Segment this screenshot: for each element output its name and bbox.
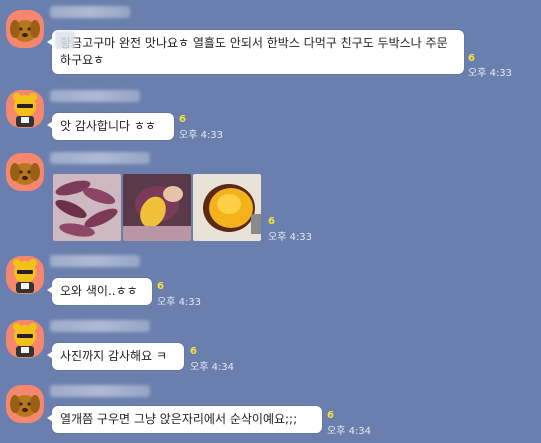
photo-gallery[interactable] (53, 174, 261, 241)
sender-name-redacted (50, 320, 150, 332)
chat-bubble[interactable]: 황금고구마 완전 맛나요ㅎ 열흘도 안되서 한박스 다먹구 친구도 두박스나 주… (47, 30, 464, 74)
timestamp: 오후 4:33 (157, 297, 202, 308)
dog-avatar[interactable] (6, 385, 44, 423)
timestamp: 오후 4:33 (179, 130, 224, 141)
message-text: 오와 색이..ㅎㅎ (60, 284, 138, 298)
unread-count: 6 (327, 410, 334, 421)
timestamp: 오후 4:33 (268, 232, 313, 243)
dog-avatar[interactable] (6, 153, 44, 191)
cut-sweet-potato-photo[interactable] (123, 174, 191, 241)
message-text: 사진까지 감사해요 ㅋ (60, 349, 167, 363)
dog-avatar[interactable] (6, 10, 44, 48)
timestamp: 오후 4:34 (190, 362, 235, 373)
unread-count: 6 (190, 346, 197, 357)
chat-bubble[interactable]: 오와 색이..ㅎㅎ (47, 278, 152, 305)
message-text: 열개쯤 구우면 그냥 앉은자리에서 순삭이예요;;; (60, 412, 298, 426)
raw-sweet-potatoes-photo[interactable] (53, 174, 121, 241)
chat-bubble[interactable]: 앗 감사합니다 ㅎㅎ (47, 113, 174, 140)
unread-count: 6 (179, 114, 186, 125)
sender-name-redacted (50, 255, 140, 267)
chat-bubble[interactable]: 사진까지 감사해요 ㅋ (47, 343, 184, 370)
unread-count: 6 (268, 216, 275, 227)
sender-name-redacted (50, 6, 130, 18)
message-text: 황금고구마 완전 맛나요ㅎ 열흘도 안되서 한박스 다먹구 친구도 두박스나 주… (60, 36, 448, 67)
sender-name-redacted (50, 152, 150, 164)
timestamp: 오후 4:34 (327, 426, 372, 437)
redaction-mask (55, 31, 75, 49)
sender-name-redacted (50, 385, 150, 397)
roasted-sweet-potato-photo[interactable] (193, 174, 261, 241)
timestamp: 오후 4:33 (468, 68, 513, 79)
chat-bubble[interactable]: 열개쯤 구우면 그냥 앉은자리에서 순삭이예요;;; (47, 406, 322, 433)
sender-name-redacted (50, 90, 140, 102)
bear-avatar[interactable] (6, 320, 44, 358)
bear-avatar[interactable] (6, 90, 44, 128)
unread-count: 6 (468, 53, 475, 64)
message-text: 앗 감사합니다 ㅎㅎ (60, 119, 156, 133)
bear-avatar[interactable] (6, 256, 44, 294)
unread-count: 6 (157, 281, 164, 292)
